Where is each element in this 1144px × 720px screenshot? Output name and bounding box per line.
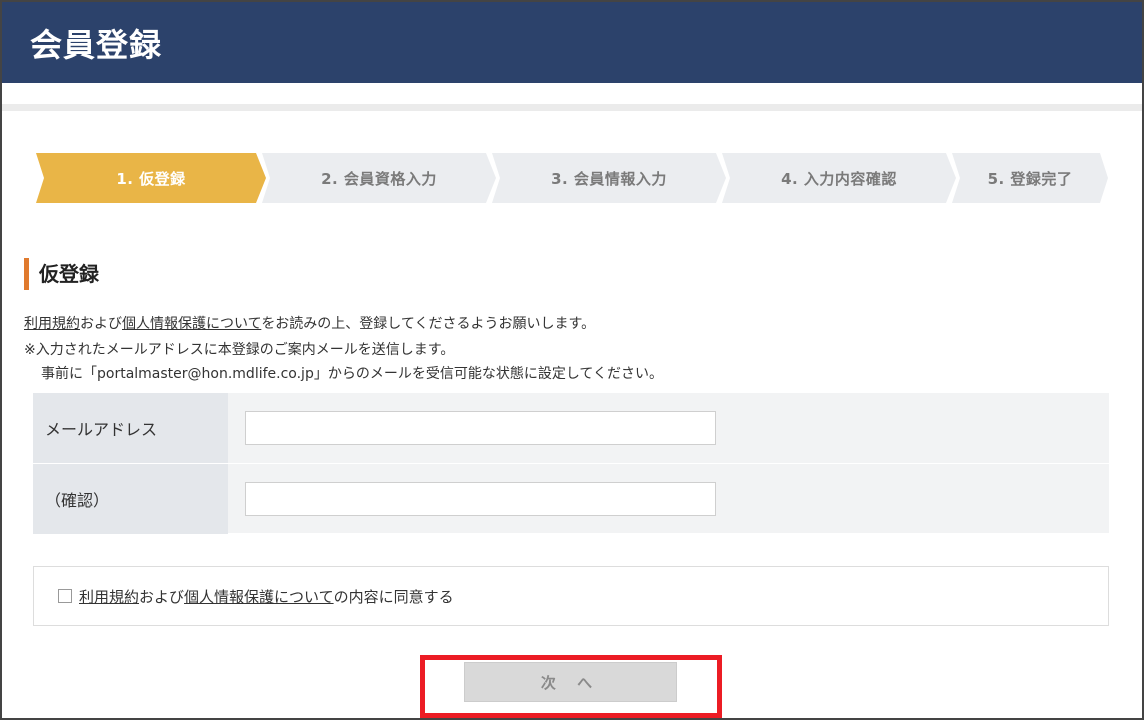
form-row-email-confirm: （確認） [33,463,1109,534]
registration-form: メールアドレス （確認） [33,393,1109,534]
terms-link[interactable]: 利用規約 [79,588,139,606]
notice-line-2: ※入力されたメールアドレスに本登録のご案内メールを送信します。 [24,342,455,358]
step-2: 2. 会員資格入力 [262,153,496,203]
agree-checkbox[interactable] [58,589,72,603]
step-label: 4. 入力内容確認 [781,169,897,188]
email-confirm-label: （確認） [33,464,228,534]
agree-text: の内容に同意する [333,588,454,606]
step-1: 1. 仮登録 [36,153,266,203]
email-field[interactable] [245,411,716,445]
agree-text: および [139,588,185,606]
privacy-link[interactable]: 個人情報保護について [122,316,261,332]
agreement-box: 利用規約および個人情報保護についての内容に同意する [33,566,1109,626]
step-label: 1. 仮登録 [116,169,186,188]
notice-line-1: 利用規約および個人情報保護についてをお読みの上、登録してくださるようお願いします… [24,313,595,333]
step-label: 2. 会員資格入力 [321,169,437,188]
section-title: 仮登録 [24,258,99,290]
terms-link[interactable]: 利用規約 [24,316,80,332]
notice-line-3: 事前に「portalmaster@hon.mdlife.co.jp」からのメール… [41,366,663,382]
step-label: 3. 会員情報入力 [551,169,667,188]
email-confirm-field[interactable] [245,482,716,516]
agree-label: 利用規約および個人情報保護についての内容に同意する [79,586,454,607]
header-divider [2,104,1142,111]
step-label: 5. 登録完了 [987,169,1073,188]
step-4: 4. 入力内容確認 [722,153,956,203]
page-title: 会員登録 [30,26,163,64]
email-label: メールアドレス [33,393,228,463]
highlight-box [420,655,722,718]
form-row-email: メールアドレス [33,393,1109,463]
registration-steps: 1. 仮登録 2. 会員資格入力 3. 会員情報入力 4. 入力内容確認 5. … [36,153,1108,203]
step-3: 3. 会員情報入力 [492,153,726,203]
notice-text: をお読みの上、登録してくださるようお願いします。 [261,316,596,332]
notice-text: および [80,316,122,332]
step-5: 5. 登録完了 [952,153,1108,203]
privacy-link[interactable]: 個人情報保護について [184,588,334,606]
page-header: 会員登録 [2,2,1142,83]
